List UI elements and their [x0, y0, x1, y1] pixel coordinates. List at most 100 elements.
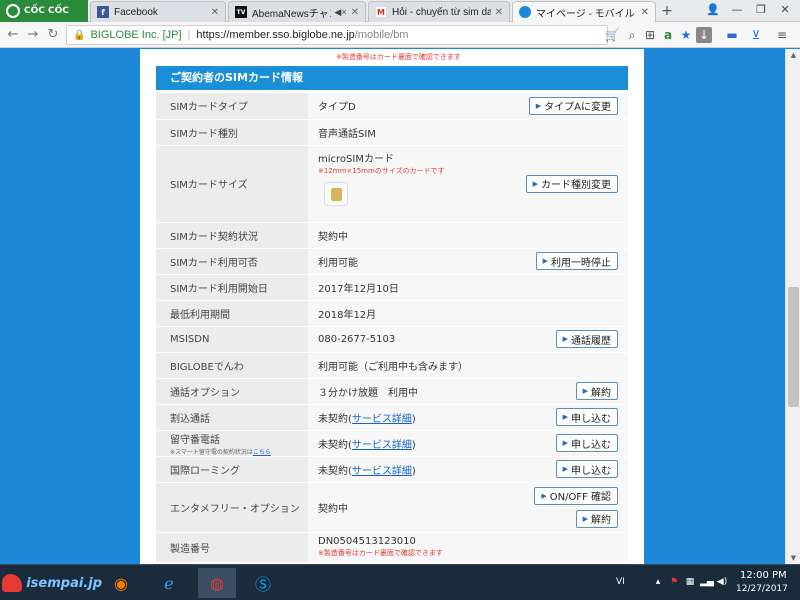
firefox-icon[interactable]: ◉ [102, 568, 140, 598]
coccoc-logo-icon [6, 4, 20, 18]
translate-icon[interactable]: ⊞ [642, 27, 658, 43]
extension-icon[interactable]: ▬ [724, 27, 740, 43]
tab-facebook[interactable]: f Facebook ✕ [90, 1, 226, 22]
row-label: MSISDN [156, 326, 308, 353]
button-label: ON/OFF 確認 [549, 492, 611, 503]
scroll-up-icon[interactable]: ▲ [786, 49, 800, 61]
network-icon[interactable]: ▦ [684, 576, 696, 588]
volume-icon[interactable]: ◀) [716, 576, 728, 588]
vertical-scrollbar[interactable]: ▲ ▼ [785, 49, 800, 564]
row-value-cell: 2018年12月 [308, 300, 628, 327]
call-history-button[interactable]: ▶ 通話履歴 [555, 330, 618, 348]
url-separator: | [187, 29, 191, 41]
row-label: SIMカード利用可否 [156, 248, 308, 275]
coccoc-taskbar-icon[interactable]: ◍ [198, 568, 236, 598]
change-card-type-button[interactable]: ▶ カード種別変更 [525, 174, 618, 193]
profile-icon[interactable]: 👤 [702, 2, 724, 18]
forward-icon[interactable]: → [24, 26, 42, 44]
speaker-mute-icon[interactable]: ◀× [334, 7, 346, 18]
on-off-check-button[interactable]: ▶ ON/OFF 確認 [534, 486, 618, 505]
star-icon[interactable]: ★ [678, 27, 694, 43]
service-details-link[interactable]: サービス詳細 [352, 466, 412, 477]
service-details-link[interactable]: サービス詳細 [352, 440, 412, 451]
language-indicator[interactable]: VI [616, 577, 625, 587]
lock-icon: 🔒 [73, 29, 86, 41]
change-to-type-a-button[interactable]: ▶ タイプAに変更 [528, 96, 618, 115]
new-tab-button[interactable]: + [658, 3, 676, 19]
shopping-cart-icon[interactable]: 🛒 [604, 27, 620, 43]
row-label: 国際ローミング [156, 456, 308, 483]
close-icon[interactable]: ✕ [351, 7, 359, 18]
flag-icon[interactable]: ⚑ [668, 576, 680, 588]
cancel-entame-free-button[interactable]: ▶ 解約 [575, 509, 618, 528]
browser-toolbar: ← → ↻ 🔒 BIGLOBE Inc. [JP] | https://memb… [0, 22, 800, 48]
window-close-icon[interactable]: ✕ [774, 2, 796, 18]
close-icon[interactable]: ✕ [211, 7, 219, 18]
scroll-thumb[interactable] [788, 287, 799, 407]
row-label-cell: 留守番電話 ※スマート留守電の契約状況はこちら [156, 430, 308, 457]
button-label: 通話履歴 [571, 335, 611, 347]
gmail-icon: M [375, 6, 387, 18]
row-value-cell: タイプD ▶ タイプAに変更 [308, 93, 628, 120]
value-text: 未契約( [318, 465, 352, 477]
row-value-cell: 利用可能 ▶ 利用一時停止 [308, 248, 628, 275]
row-label: エンタメフリー・オプション [156, 482, 308, 533]
menu-icon[interactable]: ≡ [774, 27, 790, 43]
tab-label: Facebook [114, 6, 158, 18]
row-value-cell: 未契約(サービス詳細) ▶ 申し込む [308, 456, 628, 483]
apply-roaming-button[interactable]: ▶ 申し込む [555, 460, 618, 478]
table-row: 通話オプション ３分かけ放題 利用中 ▶ 解約 [156, 378, 628, 405]
row-value: 未契約(サービス詳細) [318, 462, 416, 477]
button-label: 解約 [591, 515, 611, 526]
table-row: エンタメフリー・オプション 契約中 ▶ ON/OFF 確認 ▶ 解約 [156, 482, 628, 533]
table-row: SIMカード種別 音声通話SIM [156, 119, 628, 146]
row-label: SIMカード利用開始日 [156, 274, 308, 301]
reload-icon[interactable]: ↻ [44, 26, 62, 44]
minimize-icon[interactable]: — [726, 2, 748, 18]
search-icon[interactable]: ⌕ [624, 27, 640, 43]
internet-explorer-icon[interactable]: ℯ [150, 568, 188, 598]
tab-abema[interactable]: TV AbemaNewsチャンネ ◀× ✕ [228, 1, 366, 22]
row-value: 利用可能 [318, 257, 358, 269]
back-icon[interactable]: ← [4, 26, 22, 44]
tab-biglobe-mypage[interactable]: マイページ - モバイル ✕ [512, 1, 656, 22]
sim-card-icon [324, 181, 348, 206]
tray-chevron-icon[interactable]: ▴ [652, 576, 664, 588]
close-icon[interactable]: ✕ [641, 7, 649, 18]
start-button[interactable]: isempai.jp [2, 567, 102, 599]
value-text: 未契約( [318, 439, 352, 451]
button-label: 申し込む [571, 465, 611, 477]
service-details-link[interactable]: サービス詳細 [352, 414, 412, 425]
scroll-down-icon[interactable]: ▼ [786, 552, 800, 564]
skype-icon[interactable]: Ⓢ [244, 568, 282, 598]
row-value: ３分かけ放題 利用中 [318, 387, 418, 399]
row-value: タイプD [318, 102, 356, 114]
coccoc-logo[interactable]: CỐC CỐC [0, 0, 88, 22]
table-row: SIMカード利用可否 利用可能 ▶ 利用一時停止 [156, 248, 628, 275]
note-text: ※スマート留守電の契約状況は [170, 448, 253, 456]
value-text-end: ) [411, 439, 416, 451]
suspend-usage-button[interactable]: ▶ 利用一時停止 [535, 252, 618, 270]
close-icon[interactable]: ✕ [495, 7, 503, 18]
clock-date[interactable]: 12/27/2017 [736, 584, 788, 594]
table-row: 最低利用期間 2018年12月 [156, 300, 628, 327]
pocket-icon[interactable]: ⊻ [748, 27, 764, 43]
address-bar[interactable]: 🔒 BIGLOBE Inc. [JP] | https://member.sso… [66, 25, 608, 45]
row-value-cell: 音声通話SIM [308, 119, 628, 146]
row-value-cell: 契約中 [308, 222, 628, 249]
cancel-call-option-button[interactable]: ▶ 解約 [575, 382, 618, 400]
row-label: 留守番電話 [170, 434, 220, 446]
signal-icon[interactable]: ▂▄ [700, 576, 714, 588]
tab-gmail[interactable]: M Hỏi - chuyển từ sim data ✕ [368, 1, 510, 22]
apply-call-waiting-button[interactable]: ▶ 申し込む [555, 408, 618, 426]
download-icon[interactable]: ↓ [696, 27, 712, 43]
smart-voicemail-link[interactable]: こちら [253, 449, 271, 456]
row-label: SIMカード契約状況 [156, 222, 308, 249]
restore-icon[interactable]: ❐ [750, 2, 772, 18]
amazon-icon[interactable]: a [660, 27, 676, 43]
row-label: 割込通話 [156, 404, 308, 431]
apply-voicemail-button[interactable]: ▶ 申し込む [555, 434, 618, 452]
value-text: 未契約( [318, 413, 352, 425]
clock-time[interactable]: 12:00 PM [740, 570, 787, 581]
row-value-cell: 未契約(サービス詳細) ▶ 申し込む [308, 404, 628, 431]
